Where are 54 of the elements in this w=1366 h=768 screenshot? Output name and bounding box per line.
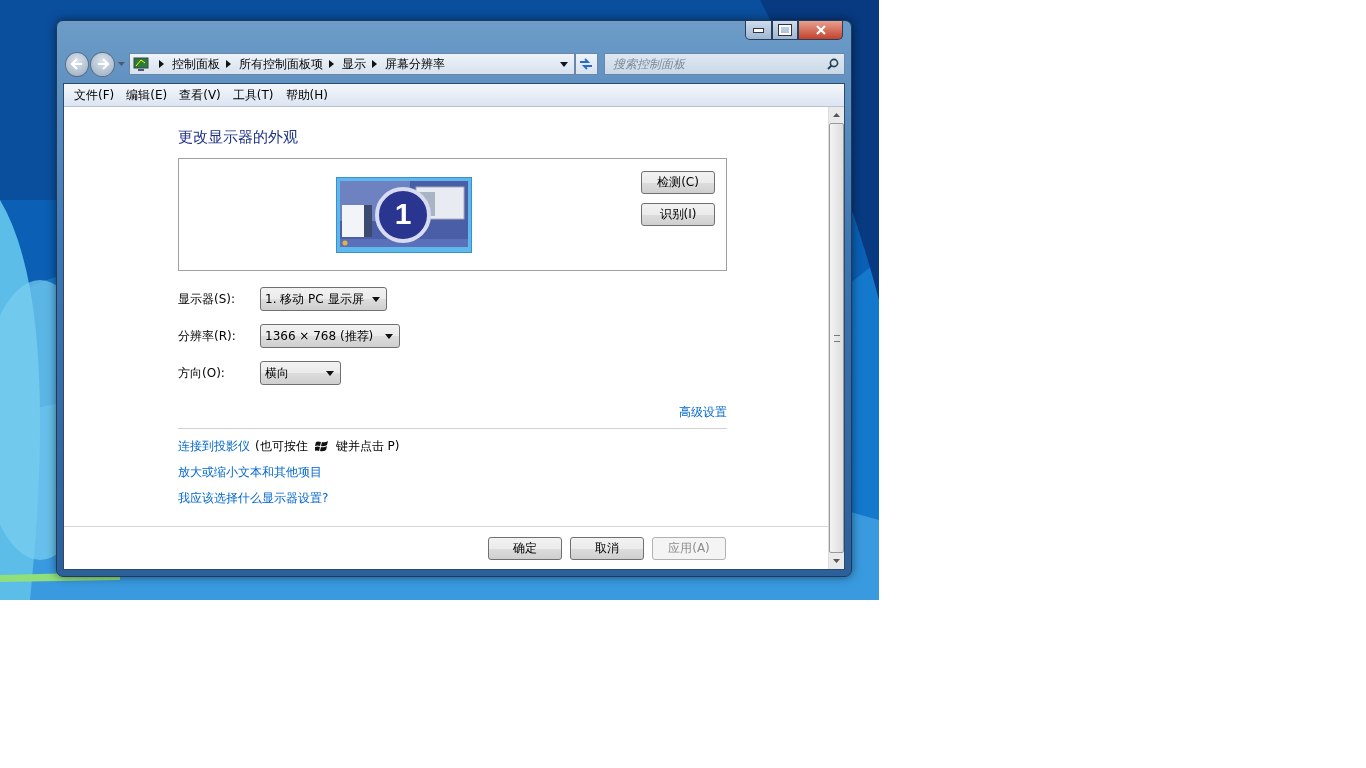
close-button[interactable] <box>798 21 843 40</box>
scrollbar[interactable] <box>828 107 844 569</box>
monitor-drawing[interactable] <box>336 177 472 253</box>
chevron-icon <box>158 60 164 68</box>
back-button[interactable] <box>65 51 90 77</box>
menu-item[interactable]: 帮助(H) <box>279 84 334 106</box>
refresh-button[interactable] <box>574 53 598 75</box>
windows-logo-icon <box>314 439 329 453</box>
link[interactable]: 放大或缩小文本和其他项目 <box>178 463 322 481</box>
monitor-number: 1 <box>393 196 413 232</box>
dropdown-arrow-icon <box>326 370 334 376</box>
dropdown[interactable]: 横向 <box>260 361 341 385</box>
dropdown[interactable]: 1366 × 768 (推荐) <box>260 324 400 348</box>
dialog-button[interactable]: 确定 <box>488 536 562 560</box>
breadcrumb[interactable]: 屏幕分辨率 <box>384 55 445 73</box>
side-button[interactable]: 识别(I) <box>641 203 715 226</box>
hint-text: (也可按住 <box>255 437 308 455</box>
address-bar[interactable]: 控制面板 所有控制面板项 显示 屏幕分辨率 <box>128 53 575 75</box>
forward-arrow-icon <box>95 58 110 70</box>
link[interactable]: 连接到投影仪 <box>178 437 250 455</box>
chevron-icon <box>328 60 334 68</box>
page-heading: 更改显示器的外观 <box>178 127 299 147</box>
search-field[interactable]: 搜索控制面板 <box>604 53 845 75</box>
dropdown-icon[interactable] <box>559 61 568 67</box>
scroll-up-icon[interactable] <box>833 113 840 117</box>
menu-item[interactable]: 编辑(E) <box>120 84 174 106</box>
refresh-icon <box>579 58 594 70</box>
field-label: 分辨率(R): <box>178 327 237 345</box>
chevron-icon <box>371 60 377 68</box>
advanced-settings-link[interactable]: 高级设置 <box>679 403 727 421</box>
back-arrow-icon <box>70 58 85 70</box>
field-label: 显示器(S): <box>178 290 237 308</box>
minimize-button[interactable] <box>745 21 772 40</box>
scroll-down-icon[interactable] <box>833 559 840 563</box>
forward-button[interactable] <box>90 51 115 77</box>
dropdown-arrow-icon <box>371 296 380 302</box>
hint-text: 键并点击 P) <box>335 437 400 455</box>
chevron-icon <box>225 60 231 68</box>
search-icon <box>827 58 839 70</box>
menu-item[interactable]: 文件(F) <box>68 84 121 106</box>
close-icon <box>814 25 827 35</box>
monitor-icon <box>132 56 149 72</box>
breadcrumb[interactable]: 显示 <box>341 55 366 73</box>
dropdown[interactable]: 1. 移动 PC 显示屏 <box>260 287 387 311</box>
dialog-button[interactable]: 取消 <box>570 536 644 560</box>
link[interactable]: 我应该选择什么显示器设置? <box>178 489 329 507</box>
breadcrumb[interactable]: 控制面板 <box>171 55 220 73</box>
side-button[interactable]: 检测(C) <box>641 171 715 194</box>
dropdown-arrow-icon <box>385 333 393 339</box>
menu-item[interactable]: 工具(T) <box>226 84 280 106</box>
menu-item[interactable]: 查看(V) <box>173 84 227 106</box>
field-label: 方向(O): <box>178 364 226 382</box>
breadcrumb[interactable]: 所有控制面板项 <box>238 55 323 73</box>
maximize-button[interactable] <box>772 21 798 40</box>
